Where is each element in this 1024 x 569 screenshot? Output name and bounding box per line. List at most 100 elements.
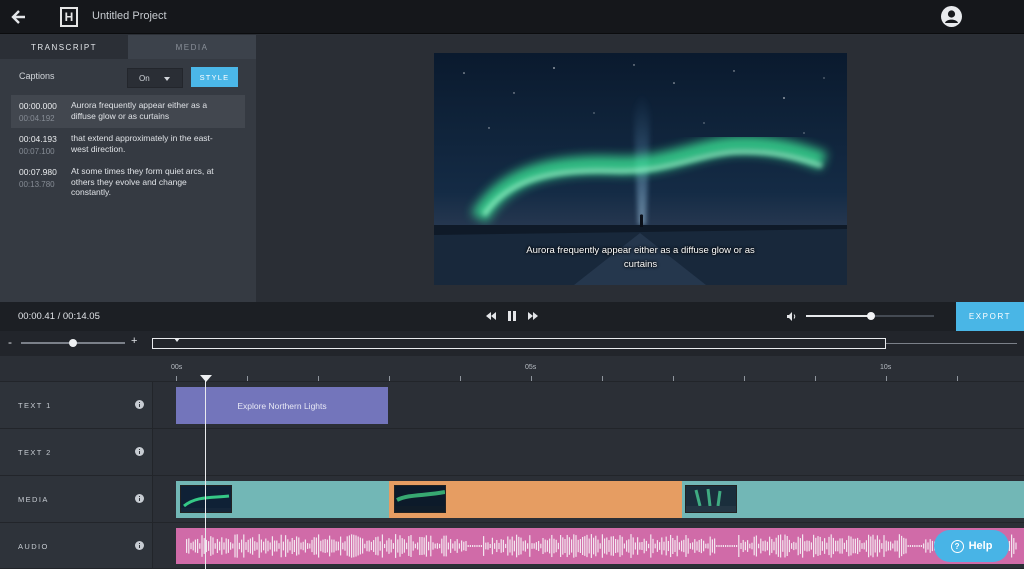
media-clip[interactable]: [389, 481, 682, 518]
pause-icon[interactable]: [506, 310, 518, 322]
waveform-bar: [456, 539, 458, 553]
volume-slider[interactable]: [806, 312, 934, 320]
track-media: MEDIA: [0, 476, 1024, 523]
waveform-bar: [850, 536, 852, 556]
waveform-bar: [507, 536, 509, 556]
waveform-bar: [194, 539, 196, 553]
waveform-bar: [619, 535, 621, 557]
help-button[interactable]: ? Help: [934, 530, 1009, 562]
waveform-bar: [931, 540, 933, 552]
app-logo[interactable]: H: [60, 7, 78, 27]
waveform-bar: [595, 535, 597, 557]
video-frame[interactable]: Aurora frequently appear either as a dif…: [434, 53, 847, 285]
waveform-bar: [390, 539, 392, 553]
info-icon[interactable]: [135, 541, 144, 550]
timeline-ruler[interactable]: 00s 05s 10s: [0, 356, 1024, 382]
waveform-bar: [219, 541, 221, 551]
cue-text[interactable]: Aurora frequently appear either as a dif…: [71, 100, 221, 121]
info-icon[interactable]: [135, 494, 144, 503]
ruler-tick: [318, 376, 319, 381]
waveform-bar: [738, 534, 740, 558]
playhead-handle[interactable]: [200, 375, 212, 382]
zoom-slider[interactable]: [21, 339, 125, 347]
waveform-bar: [874, 539, 876, 553]
waveform-bar: [388, 538, 390, 554]
media-clip[interactable]: [682, 481, 1024, 518]
waveform-bar: [463, 541, 465, 551]
cue-start[interactable]: 00:00.000: [19, 101, 57, 111]
waveform-bar: [742, 539, 744, 553]
waveform-bar: [909, 545, 911, 547]
project-title[interactable]: Untitled Project: [92, 10, 167, 22]
waveform-bar: [925, 539, 927, 553]
cue-start[interactable]: 00:04.193: [19, 134, 57, 144]
export-button[interactable]: EXPORT: [956, 302, 1024, 331]
cue-end[interactable]: 00:07.100: [19, 147, 55, 156]
waveform-bar: [854, 538, 856, 554]
waveform-bar: [271, 536, 273, 556]
rewind-icon[interactable]: [485, 310, 497, 322]
waveform-bar: [665, 536, 667, 556]
waveform-bar: [467, 545, 469, 547]
user-avatar-icon[interactable]: [940, 5, 963, 28]
cue-text[interactable]: that extend approximately in the east-we…: [71, 133, 221, 154]
cue-end[interactable]: 00:04.192: [19, 114, 55, 123]
waveform-bar: [241, 539, 243, 553]
waveform-bar: [795, 542, 797, 550]
waveform-bar: [192, 541, 194, 551]
waveform-bar: [267, 540, 269, 552]
tab-transcript[interactable]: TRANSCRIPT: [0, 35, 128, 59]
fast-forward-icon[interactable]: [527, 310, 539, 322]
waveform-bar: [342, 542, 344, 550]
waveform-bar: [804, 541, 806, 551]
waveform-bar: [753, 536, 755, 556]
overview-track: [886, 343, 1017, 344]
captions-select[interactable]: On: [127, 68, 183, 88]
tab-media[interactable]: MEDIA: [128, 35, 256, 59]
waveform-bar: [714, 538, 716, 554]
waveform-bar: [678, 542, 680, 550]
waveform-bar: [918, 545, 920, 547]
volume-knob[interactable]: [867, 312, 876, 320]
waveform-bar: [676, 535, 678, 557]
caption-cue[interactable]: 00:04.193 00:07.100 that extend approxim…: [11, 128, 245, 161]
waveform-bar: [593, 537, 595, 555]
waveform-bar: [452, 543, 454, 549]
zoom-knob[interactable]: [69, 339, 77, 347]
zoom-in-button[interactable]: +: [131, 335, 137, 347]
waveform-bar: [377, 536, 379, 556]
volume-icon[interactable]: [786, 311, 798, 322]
arrow-left-icon[interactable]: [10, 8, 28, 26]
waveform-bar: [533, 543, 535, 549]
waveform-bar: [621, 536, 623, 556]
help-label: Help: [968, 540, 993, 552]
waveform-bar: [815, 537, 817, 555]
waveform-bar: [588, 538, 590, 554]
cue-end[interactable]: 00:13.780: [19, 180, 55, 189]
waveform-bar: [276, 540, 278, 552]
waveform-bar: [681, 540, 683, 552]
style-button[interactable]: STYLE: [191, 67, 238, 87]
cue-start[interactable]: 00:07.980: [19, 167, 57, 177]
ruler-label: 05s: [525, 364, 537, 371]
info-icon[interactable]: [135, 400, 144, 409]
waveform-bar: [333, 539, 335, 553]
waveform-bar: [604, 538, 606, 554]
caption-cue[interactable]: 00:00.000 00:04.192 Aurora frequently ap…: [11, 95, 245, 128]
timeline-overview-window[interactable]: [152, 338, 886, 349]
waveform-bar: [278, 543, 280, 549]
cue-text[interactable]: At some times they form quiet arcs, at o…: [71, 166, 221, 198]
playhead-line[interactable]: [205, 376, 206, 569]
media-clip[interactable]: [176, 481, 389, 518]
caption-cue[interactable]: 00:07.980 00:13.780 At some times they f…: [11, 161, 245, 197]
info-icon[interactable]: [135, 447, 144, 456]
waveform-bar: [898, 534, 900, 558]
zoom-out-button[interactable]: -: [8, 335, 12, 349]
waveform-bar: [758, 543, 760, 549]
waveform-bar: [1013, 538, 1015, 554]
waveform-bar: [731, 545, 733, 547]
waveform-bar: [302, 541, 304, 551]
audio-clip[interactable]: [176, 528, 1024, 564]
text-clip[interactable]: Explore Northern Lights: [176, 387, 388, 424]
waveform-bar: [392, 543, 394, 549]
